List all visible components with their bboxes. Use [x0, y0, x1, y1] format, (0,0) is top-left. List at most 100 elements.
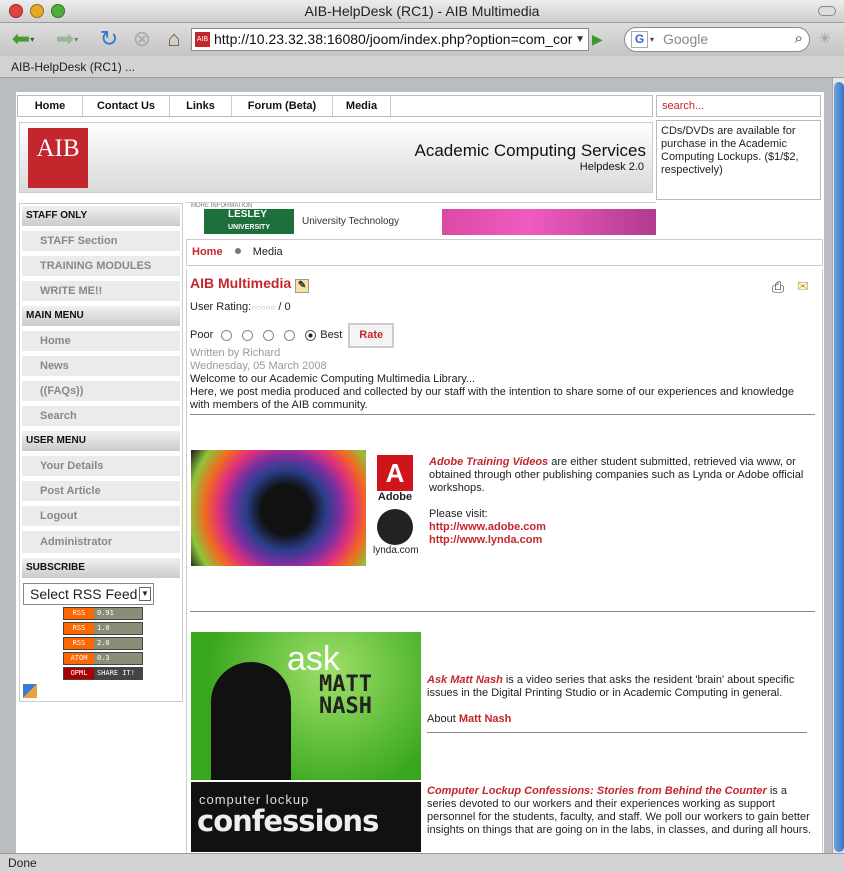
sidebar-item-your-details[interactable]: Your Details — [22, 456, 180, 476]
rss-feed-select[interactable]: Select RSS Feed ▼ — [23, 583, 154, 605]
reload-icon: ↻ — [99, 26, 119, 51]
page-body: Home Contact Us Links Forum (Beta) Media… — [16, 92, 824, 853]
sidebar-item-staff-section[interactable]: STAFF Section — [22, 231, 180, 251]
breadcrumb-home-link[interactable]: Home — [192, 246, 223, 258]
confessions-link[interactable]: Computer Lockup Confessions: Stories fro… — [427, 785, 767, 797]
lesley-name: LESLEY — [228, 209, 267, 220]
forward-button[interactable]: ➡ ▾ — [48, 26, 86, 52]
badge-version: 0.91 — [94, 608, 142, 619]
matt-nash-text: MATT NASH — [319, 672, 372, 719]
sidebar: STAFF ONLY STAFF Section TRAINING MODULE… — [19, 203, 183, 702]
toolbar-toggle-button[interactable] — [818, 6, 836, 16]
chevron-down-icon: ▾ — [74, 34, 79, 44]
sidebar-item-faqs[interactable]: ((FAQs)) — [22, 381, 180, 401]
rating-radio-5[interactable] — [305, 330, 317, 341]
article-title-text: AIB Multimedia — [190, 275, 292, 291]
minimize-window-button[interactable] — [30, 4, 44, 18]
nav-media[interactable]: Media — [333, 96, 391, 116]
rating-label: User Rating: — [190, 301, 252, 313]
magnifier-icon[interactable]: ⌕ — [795, 27, 803, 50]
adobe-logo-icon: A — [377, 455, 413, 491]
rss-091-badge[interactable]: RSS 0.91 — [63, 607, 143, 620]
sidebar-item-search[interactable]: Search — [22, 406, 180, 426]
url-text: http://10.23.32.38:16080/joom/index.php?… — [214, 31, 573, 47]
matt-nash-silhouette — [211, 662, 291, 780]
rate-button[interactable]: Rate — [348, 323, 395, 348]
lesley-banner[interactable]: MORE INFORMATION LESLEY UNIVERSITY Univer… — [186, 202, 656, 235]
opml-share-badge[interactable]: OPML SHARE IT! — [63, 667, 143, 680]
adobe-lynda-logos: A Adobe lynda.com — [373, 455, 419, 565]
adobe-url-link[interactable]: http://www.adobe.com — [429, 521, 817, 534]
home-button[interactable]: ⌂ — [160, 26, 188, 52]
rss-10-badge[interactable]: RSS 1.0 — [63, 622, 143, 635]
sidebar-item-training-modules[interactable]: TRAINING MODULES — [22, 256, 180, 276]
address-bar[interactable]: AIB http://10.23.32.38:16080/joom/index.… — [191, 28, 589, 51]
rss-20-badge[interactable]: RSS 2.0 — [63, 637, 143, 650]
sidebar-item-post-article[interactable]: Post Article — [22, 481, 180, 501]
rating-radio-2[interactable] — [242, 330, 254, 341]
article-intro: Welcome to our Academic Computing Multim… — [190, 373, 815, 412]
rating-radio-3[interactable] — [263, 330, 275, 341]
home-icon: ⌂ — [167, 26, 181, 51]
sidebar-item-news[interactable]: News — [22, 356, 180, 376]
please-visit-label: Please visit: — [429, 508, 488, 520]
atom-03-badge[interactable]: ATOM 0.3 — [63, 652, 143, 665]
lynda-logo-text: lynda.com — [373, 545, 419, 556]
browser-toolbar: ⬅ ▾ ➡ ▾ ↻ ⊗ ⌂ AIB http://10.23.32.38:16080… — [0, 23, 844, 56]
zoom-window-button[interactable] — [51, 4, 65, 18]
nav-contact-us[interactable]: Contact Us — [83, 96, 170, 116]
chevron-down-icon[interactable]: ▾ — [650, 28, 654, 51]
rating-radio-1[interactable] — [221, 330, 233, 341]
email-icon[interactable]: ✉ — [797, 278, 809, 295]
nav-home[interactable]: Home — [18, 96, 83, 116]
site-favicon-icon: AIB — [195, 32, 210, 47]
adobe-logo-text: Adobe — [377, 491, 413, 503]
edit-icon[interactable]: ✎ — [295, 279, 310, 293]
search-engine-box[interactable]: G ▾ Google ⌕ — [624, 27, 810, 52]
article-date: Wednesday, 05 March 2008 — [190, 360, 327, 372]
print-icon[interactable]: ⎙ — [772, 279, 784, 296]
user-menu-heading: USER MENU — [22, 431, 180, 451]
adobe-cs-image[interactable] — [191, 450, 366, 566]
scrollbar-thumb[interactable] — [834, 82, 844, 852]
adobe-training-link[interactable]: Adobe Training Videos — [429, 456, 548, 468]
reload-button[interactable]: ↻ — [95, 26, 123, 52]
rss-feed-select-value: Select RSS Feed — [30, 586, 138, 602]
rating-radio-4[interactable] — [284, 330, 296, 341]
rating-poor-label: Poor — [190, 329, 214, 341]
matt-nash-link[interactable]: Matt Nash — [459, 713, 512, 725]
go-button[interactable]: ▶ — [592, 29, 610, 49]
breadcrumb-current: Media — [252, 246, 283, 258]
aib-logo: AIB — [28, 128, 88, 188]
confessions-image[interactable]: computer lockup confessions — [191, 782, 421, 852]
rating-stars-icon: ○○○○○ — [251, 303, 276, 312]
ask-matt-nash-image[interactable]: ask MATT NASH — [191, 632, 421, 780]
tab-bar: AIB-HelpDesk (RC1) ... — [0, 56, 844, 78]
close-window-button[interactable] — [9, 4, 23, 18]
sidebar-item-write-me[interactable]: WRITE ME!! — [22, 281, 180, 301]
rating-form: Poor Best Rate — [190, 323, 395, 348]
ask-matt-nash-link[interactable]: Ask Matt Nash — [427, 674, 503, 686]
rating-best-label: Best — [320, 329, 343, 341]
url-history-dropdown-icon[interactable]: ▼ — [575, 29, 585, 50]
site-header: AIB Academic Computing Services Helpdesk… — [19, 122, 653, 193]
sidebar-item-administrator[interactable]: Administrator — [22, 531, 180, 553]
lynda-url-link[interactable]: http://www.lynda.com — [429, 534, 817, 547]
nav-links[interactable]: Links — [170, 96, 232, 116]
lesley-sub: UNIVERSITY — [228, 224, 271, 231]
chevron-down-icon: ▾ — [30, 34, 35, 44]
tab-current[interactable]: AIB-HelpDesk (RC1) ... — [11, 60, 135, 74]
back-arrow-icon: ⬅ — [11, 26, 31, 51]
forward-arrow-icon: ➡ — [55, 26, 75, 51]
banner-cables-image — [442, 209, 656, 235]
stop-button[interactable]: ⊗ — [128, 26, 156, 52]
site-search-input[interactable]: search... — [656, 95, 821, 117]
vertical-scrollbar[interactable] — [832, 78, 844, 853]
article-author: Written by Richard — [190, 347, 281, 359]
about-label: About — [427, 713, 456, 725]
back-button[interactable]: ⬅ ▾ — [4, 26, 42, 52]
nav-forum[interactable]: Forum (Beta) — [232, 96, 333, 116]
sidebar-item-logout[interactable]: Logout — [22, 506, 180, 526]
article-content: AIB Multimedia ✎ ⎙ ✉ User Rating:○○○○○ /… — [186, 269, 823, 853]
sidebar-item-home[interactable]: Home — [22, 331, 180, 351]
